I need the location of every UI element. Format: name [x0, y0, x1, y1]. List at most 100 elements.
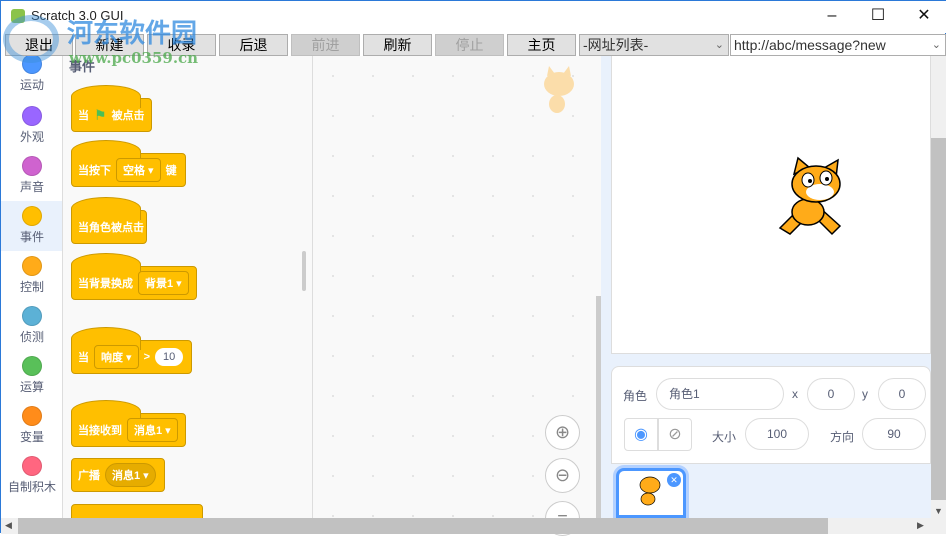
- horizontal-scrollbar-thumb[interactable]: [18, 518, 828, 534]
- category-looks[interactable]: 外观: [1, 104, 62, 154]
- chevron-down-icon: ⌄: [931, 39, 941, 51]
- scroll-down-arrow-icon[interactable]: ▼: [934, 506, 943, 516]
- block-text: 键: [165, 165, 177, 177]
- delete-sprite-icon[interactable]: ✕: [667, 473, 681, 487]
- variables-dot-icon: [22, 406, 42, 426]
- url-list-value: -网址列表-: [583, 37, 649, 53]
- dropdown-value: 响度: [101, 352, 123, 364]
- category-menu: 运动 外观 声音 事件 控制 侦测 运算 变量 自制积木: [1, 56, 63, 518]
- minimize-button[interactable]: –: [809, 1, 855, 31]
- block-when-loudness[interactable]: 当响度 ▾ >10: [71, 327, 192, 374]
- backdrop-dropdown[interactable]: 背景1 ▾: [138, 271, 189, 295]
- url-value: http://abc/message?new: [734, 37, 886, 53]
- block-broadcast-and-wait[interactable]: [71, 504, 203, 518]
- my-blocks-dot-icon: [22, 456, 42, 476]
- block-text: 当接收到: [78, 425, 122, 437]
- message-dropdown[interactable]: 消息1 ▾: [127, 418, 178, 442]
- scroll-left-arrow-icon[interactable]: ◀: [5, 520, 12, 531]
- block-text: 当角色被点击: [78, 222, 144, 234]
- direction-input[interactable]: 90: [862, 418, 926, 450]
- category-variables[interactable]: 变量: [1, 404, 62, 454]
- block-text: 当按下: [78, 165, 111, 177]
- hide-sprite-button[interactable]: ⊘: [658, 418, 692, 451]
- direction-label: 方向: [830, 430, 855, 444]
- url-input[interactable]: http://abc/message?new ⌄: [730, 34, 946, 56]
- home-button[interactable]: 主页: [507, 34, 576, 56]
- block-text: >: [143, 351, 151, 363]
- category-operators[interactable]: 运算: [1, 354, 62, 404]
- block-palette: 事件 当 ⚑ 被点击 当按下 空格 ▾ 键 当角色被点击 当背景换成 背景1 ▾ 当响度 …: [63, 56, 313, 518]
- dropdown-value: 空格: [123, 165, 145, 177]
- url-list-select[interactable]: -网址列表- ⌄: [579, 34, 729, 56]
- app-window: Scratch 3.0 GUI – ☐ ✕ 退出 新建 收录 后退 前进 刷新 …: [0, 0, 946, 536]
- palette-scrollbar[interactable]: [302, 251, 306, 291]
- scroll-right-arrow-icon[interactable]: ▶: [917, 520, 924, 531]
- block-when-receive[interactable]: 当接收到 消息1 ▾: [71, 400, 186, 447]
- block-text: 广播: [78, 470, 100, 482]
- category-sound[interactable]: 声音: [1, 154, 62, 204]
- category-events[interactable]: 事件: [1, 201, 62, 251]
- category-label: 运算: [19, 380, 44, 394]
- sprite-thumbnail[interactable]: ✕: [616, 468, 686, 518]
- dropdown-value: 背景1: [145, 278, 174, 290]
- size-label: 大小: [712, 430, 737, 444]
- loudness-input[interactable]: 10: [155, 348, 184, 366]
- category-label: 运动: [19, 78, 44, 92]
- category-label: 控制: [19, 280, 44, 294]
- block-text: 被点击: [111, 110, 145, 122]
- category-control[interactable]: 控制: [1, 254, 62, 304]
- sound-dot-icon: [22, 156, 42, 176]
- back-button[interactable]: 后退: [219, 34, 288, 56]
- sprite-name-input[interactable]: 角色1: [656, 378, 784, 410]
- y-label: y: [862, 387, 868, 401]
- category-my-blocks[interactable]: 自制积木: [1, 454, 62, 504]
- sprite-label: 角色: [623, 389, 648, 403]
- block-when-sprite-clicked[interactable]: 当角色被点击: [71, 197, 147, 244]
- key-dropdown[interactable]: 空格 ▾: [116, 158, 161, 182]
- sensing-dot-icon: [22, 306, 42, 326]
- stop-button[interactable]: 停止: [435, 34, 504, 56]
- category-label: 侦测: [19, 330, 44, 344]
- watermark-logo-icon: [3, 15, 59, 63]
- size-input[interactable]: 100: [745, 418, 809, 450]
- sprite-watermark-cat-icon: [544, 66, 574, 113]
- zoom-in-button[interactable]: ⊕: [545, 415, 580, 450]
- category-label: 外观: [19, 130, 44, 144]
- block-broadcast[interactable]: 广播 消息1 ▾: [71, 458, 165, 492]
- x-input[interactable]: 0: [807, 378, 855, 410]
- horizontal-scrollbar[interactable]: ◀ ▶: [1, 518, 946, 534]
- category-motion[interactable]: 运动: [1, 56, 62, 104]
- category-label: 变量: [19, 430, 44, 444]
- x-label: x: [792, 387, 798, 401]
- refresh-button[interactable]: 刷新: [363, 34, 432, 56]
- sprite-thumbnail-cat-icon: [639, 476, 661, 506]
- block-when-backdrop-switches[interactable]: 当背景换成 背景1 ▾: [71, 253, 197, 300]
- broadcast-dropdown[interactable]: 消息1 ▾: [105, 463, 156, 487]
- vertical-scrollbar[interactable]: ▼: [931, 56, 946, 518]
- dropdown-value: 消息1: [134, 425, 163, 437]
- scratch-cat-sprite[interactable]: [772, 156, 862, 248]
- zoom-out-button[interactable]: ⊖: [545, 458, 580, 493]
- close-button[interactable]: ✕: [901, 1, 946, 31]
- block-when-flag-clicked[interactable]: 当 ⚑ 被点击: [71, 85, 152, 132]
- forward-button[interactable]: 前进: [291, 34, 360, 56]
- block-text: 当: [78, 110, 89, 122]
- looks-dot-icon: [22, 106, 42, 126]
- y-input[interactable]: 0: [878, 378, 926, 410]
- loudness-dropdown[interactable]: 响度 ▾: [94, 345, 139, 369]
- block-text: 当背景换成: [78, 278, 133, 290]
- sprite-info-panel: 角色 角色1 x 0 y 0 ◉ ⊘ 大小 100 方向 90: [611, 366, 931, 464]
- control-dot-icon: [22, 256, 42, 276]
- green-flag-icon: ⚑: [94, 106, 107, 123]
- show-sprite-button[interactable]: ◉: [624, 418, 658, 451]
- vertical-scrollbar-thumb[interactable]: [931, 138, 946, 500]
- stage[interactable]: [611, 56, 931, 354]
- dropdown-value: 消息1: [112, 470, 141, 482]
- category-sensing[interactable]: 侦测: [1, 304, 62, 354]
- category-label: 自制积木: [7, 480, 56, 494]
- category-label: 声音: [19, 180, 44, 194]
- operators-dot-icon: [22, 356, 42, 376]
- maximize-button[interactable]: ☐: [855, 1, 901, 31]
- chevron-down-icon: ⌄: [714, 39, 724, 51]
- block-when-key-pressed[interactable]: 当按下 空格 ▾ 键: [71, 140, 186, 187]
